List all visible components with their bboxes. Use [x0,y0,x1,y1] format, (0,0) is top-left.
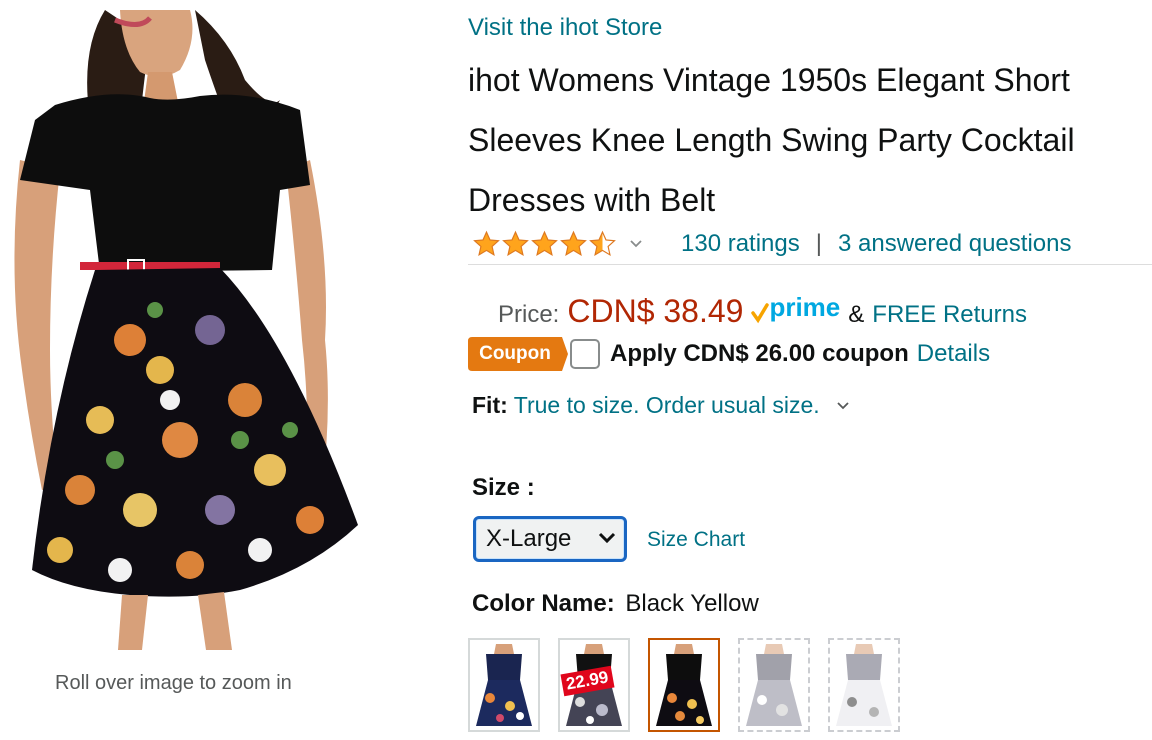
color-label: Color Name: [472,590,615,617]
color-swatches: 22.99 [468,638,918,732]
chevron-down-icon[interactable] [629,239,643,249]
fit-row: Fit: True to size. Order usual size. [472,392,850,419]
prime-logo-text: prime [769,292,841,322]
product-main-image[interactable] [10,10,370,650]
prime-check-icon [751,303,770,324]
product-info: Visit the ihot Store ihot Womens Vintage… [468,0,1152,740]
size-label: Size : [472,474,535,501]
color-swatch[interactable] [468,638,540,732]
coupon-checkbox[interactable] [570,339,600,369]
star-full-icon [473,230,500,257]
star-full-icon [560,230,587,257]
product-image-column: Roll over image to zoom in [0,0,380,740]
price-value: CDN$ 38.49 [567,293,744,329]
ratings-row: 130 ratings | 3 answered questions [468,226,1152,262]
star-half-icon [589,230,616,257]
coupon-badge: Coupon [468,337,568,371]
chevron-down-icon [598,532,616,544]
size-dropdown[interactable]: X-Large [473,516,627,562]
color-swatch-unavailable[interactable] [738,638,810,732]
answered-questions-link[interactable]: 3 answered questions [838,230,1071,258]
star-full-icon [531,230,558,257]
color-swatch[interactable]: 22.99 [558,638,630,732]
fit-label: Fit: [472,392,508,418]
store-link[interactable]: Visit the ihot Store [468,14,662,42]
zoom-hint: Roll over image to zoom in [55,672,292,694]
ampersand: & [848,301,865,328]
price-row: Price: CDN$ 38.49 prime & FREE Returns [498,292,1027,330]
coupon-badge-label: Coupon [479,343,551,364]
chevron-down-icon[interactable] [836,401,850,411]
size-selected-value: X-Large [486,525,572,552]
color-row: Color Name: Black Yellow [472,590,759,618]
coupon-row: Coupon Apply CDN$ 26.00 coupon Details [468,336,990,372]
star-full-icon [502,230,529,257]
prime-badge: prime [751,294,840,324]
section-divider [468,264,1152,265]
product-title: ihot Womens Vintage 1950s Elegant Short … [468,62,1075,218]
ratings-separator: | [815,230,822,257]
ratings-count-link[interactable]: 130 ratings [681,230,800,258]
size-chart-link[interactable]: Size Chart [647,528,745,552]
fit-value-link[interactable]: True to size. Order usual size. [514,392,820,419]
color-value: Black Yellow [625,590,759,617]
color-swatch-selected[interactable] [648,638,720,732]
coupon-details-link[interactable]: Details [917,340,990,368]
price-label: Price: [498,301,560,328]
coupon-apply-text[interactable]: Apply CDN$ 26.00 coupon [610,340,909,368]
star-rating[interactable] [472,230,643,258]
free-returns-link[interactable]: FREE Returns [872,301,1027,329]
color-swatch-unavailable[interactable] [828,638,900,732]
